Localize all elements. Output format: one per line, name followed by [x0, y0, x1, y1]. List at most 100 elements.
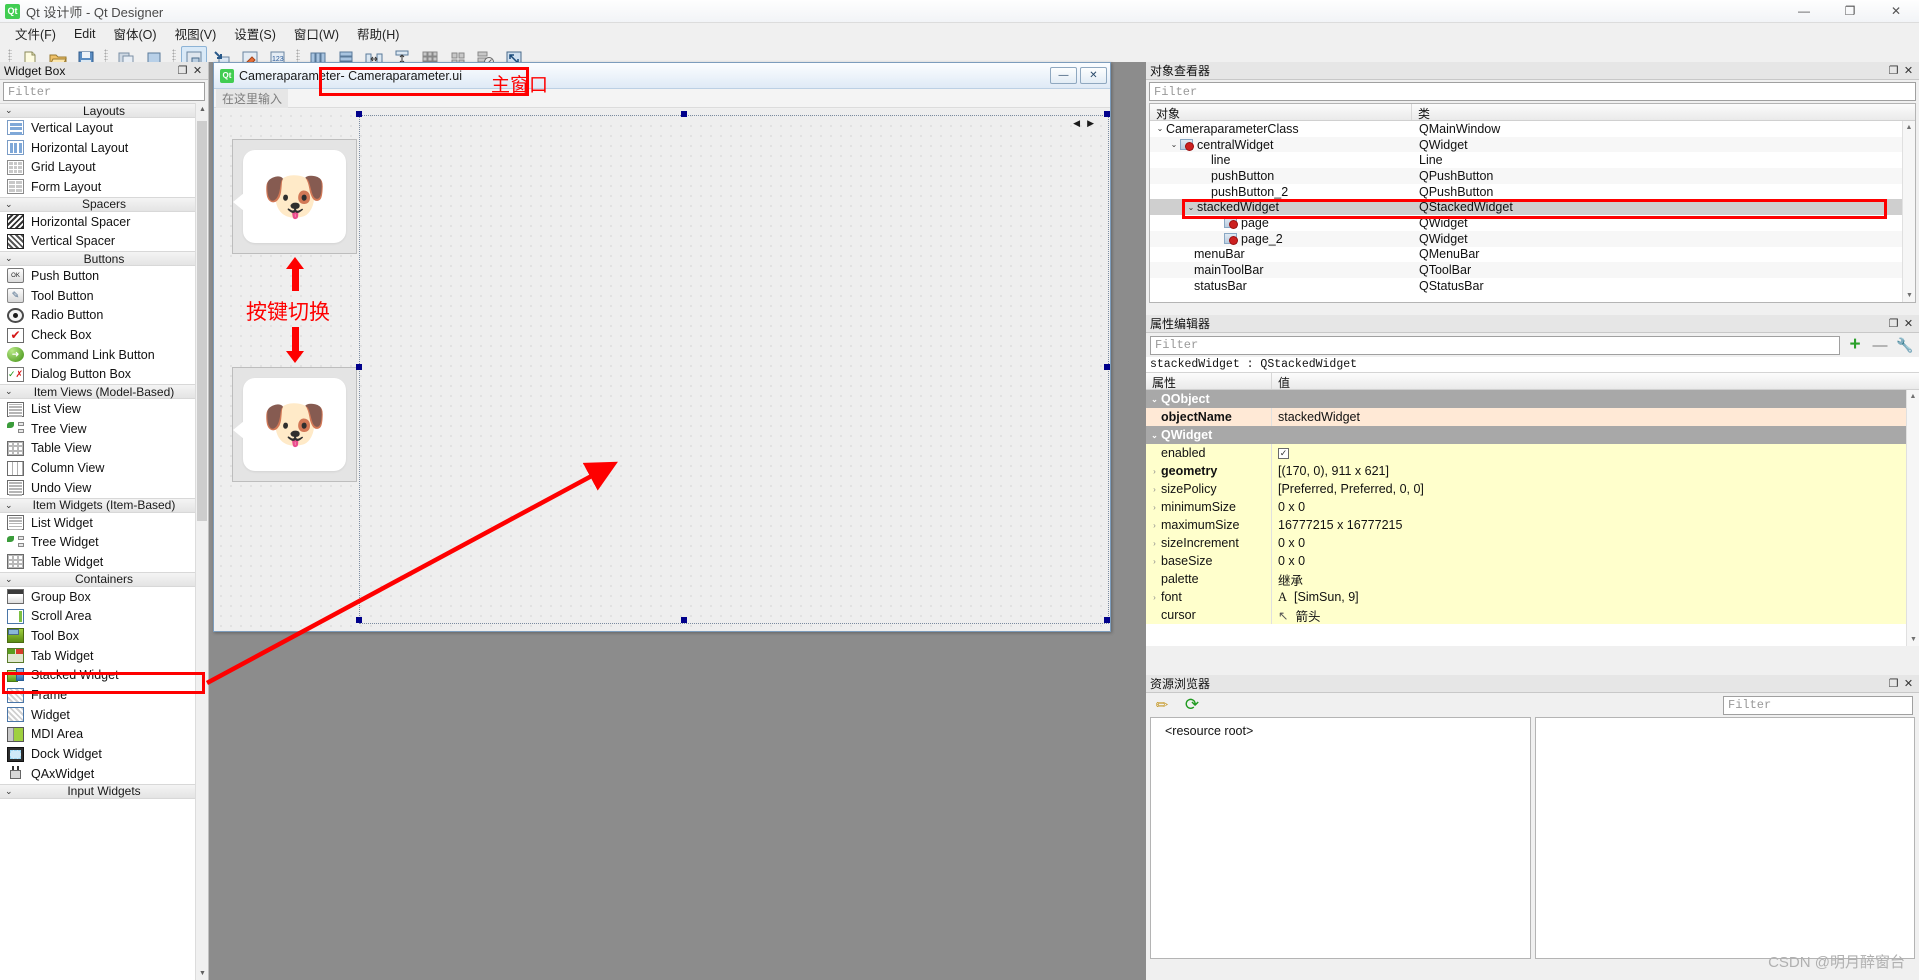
chevron-right-icon[interactable]: › [1148, 593, 1161, 602]
property-value[interactable]: 继承 [1272, 570, 1919, 588]
chevron-down-icon[interactable]: ⌄ [1148, 395, 1161, 404]
menu-file[interactable]: 文件(F) [6, 21, 65, 46]
chevron-right-icon[interactable]: › [1148, 467, 1161, 476]
minimize-button[interactable]: — [1781, 0, 1827, 23]
stacked-widget-page-nav[interactable]: ◀ ▶ [1073, 118, 1094, 129]
widget-item-table-view[interactable]: Table View [0, 438, 208, 459]
property-value[interactable]: [Preferred, Preferred, 0, 0] [1272, 480, 1919, 498]
selection-handle-tl[interactable] [356, 111, 362, 117]
widget-item-group-box[interactable]: Group Box [0, 586, 208, 607]
widget-item-vertical-layout[interactable]: Vertical Layout [0, 118, 208, 138]
resource-filter-input[interactable]: Filter [1723, 695, 1913, 715]
property-row-maximumsize[interactable]: › maximumSize 16777215 x 16777215 [1146, 516, 1919, 534]
selection-handle-tc[interactable] [681, 111, 687, 117]
object-inspector-scrollbar[interactable]: ▲ ▼ [1902, 121, 1915, 302]
widget-item-list-widget[interactable]: List Widget [0, 512, 208, 533]
widget-item-widget[interactable]: Widget [0, 704, 208, 725]
widget-item-qaxwidget[interactable]: QAxWidget [0, 763, 208, 784]
widget-box-float-button[interactable]: ❐ [176, 64, 189, 77]
widget-item-horizontal-layout[interactable]: Horizontal Layout [0, 137, 208, 158]
table-row[interactable]: ⌄ CameraparameterClass QMainWindow [1150, 121, 1915, 137]
enabled-checkbox[interactable]: ✓ [1278, 447, 1289, 459]
chevron-down-icon[interactable]: ⌄ [1154, 124, 1166, 133]
widget-item-form-layout[interactable]: Form Layout [0, 177, 208, 197]
table-row[interactable]: pushButton QPushButton [1150, 168, 1915, 184]
scroll-down-icon[interactable]: ▼ [1903, 289, 1915, 302]
page-prev-icon[interactable]: ◀ [1073, 118, 1080, 129]
menu-settings[interactable]: 设置(S) [225, 21, 285, 46]
menu-window[interactable]: 窗口(W) [285, 21, 348, 46]
property-editor-close-button[interactable]: ✕ [1902, 317, 1915, 330]
scroll-up-icon[interactable]: ▲ [1903, 121, 1915, 134]
object-inspector-float-button[interactable]: ❐ [1887, 64, 1900, 77]
table-row[interactable]: ⌄ centralWidget QWidget [1150, 136, 1915, 153]
property-row-cursor[interactable]: cursor ↖ 箭头 [1146, 606, 1919, 624]
property-value[interactable]: 箭头 [1295, 606, 1320, 625]
widget-group-item-widgets[interactable]: ⌄ Item Widgets (Item-Based) [0, 497, 208, 513]
configure-property-icon[interactable]: 🔧 [1895, 335, 1915, 355]
widget-item-tree-widget[interactable]: Tree Widget [0, 532, 208, 553]
column-object[interactable]: 对象 [1150, 104, 1412, 121]
menu-edit[interactable]: Edit [65, 24, 105, 44]
widget-box-scrollbar[interactable]: ▲ ▼ [195, 103, 208, 980]
selection-handle-tr[interactable] [1104, 111, 1110, 117]
property-row-sizeincrement[interactable]: › sizeIncrement 0 x 0 [1146, 534, 1919, 552]
table-row[interactable]: pushButton_2 QPushButton [1150, 184, 1915, 200]
object-inspector-filter-input[interactable]: Filter [1149, 82, 1916, 101]
object-inspector-tree[interactable]: ⌄ CameraparameterClass QMainWindow ⌄ cen… [1150, 121, 1915, 302]
widget-item-table-widget[interactable]: Table Widget [0, 552, 208, 572]
form-minimize-button[interactable]: — [1050, 67, 1077, 84]
widget-box-close-button[interactable]: ✕ [191, 64, 204, 77]
table-row[interactable]: menuBar QMenuBar [1150, 247, 1915, 263]
selection-handle-bc[interactable] [681, 617, 687, 623]
chevron-down-icon[interactable]: ⌄ [1168, 140, 1180, 149]
form-canvas[interactable]: 🐶 按键切换 🐶 ◀ ▶ [214, 109, 1110, 631]
property-group-qobject[interactable]: ⌄ QObject [1146, 390, 1919, 408]
chevron-right-icon[interactable]: › [1148, 503, 1161, 512]
widget-item-dialog-button-box[interactable]: ✓ ✗ Dialog Button Box [0, 364, 208, 385]
scroll-up-icon[interactable]: ▲ [1907, 390, 1919, 403]
widget-item-mdi-area[interactable]: MDI Area [0, 724, 208, 745]
property-editor-table[interactable]: ⌄ QObject objectName stackedWidget ⌄ QWi… [1146, 390, 1919, 646]
column-value[interactable]: 值 [1272, 373, 1919, 390]
resource-preview-pane[interactable] [1534, 717, 1915, 959]
property-group-qwidget[interactable]: ⌄ QWidget [1146, 426, 1919, 444]
property-row-basesize[interactable]: › baseSize 0 x 0 [1146, 552, 1919, 570]
widget-item-stacked-widget[interactable]: Stacked Widget [0, 665, 208, 686]
property-value[interactable]: [(170, 0), 911 x 621] [1272, 462, 1919, 480]
close-button[interactable]: ✕ [1873, 0, 1919, 23]
property-editor-float-button[interactable]: ❐ [1887, 317, 1900, 330]
table-row[interactable]: statusBar QStatusBar [1150, 278, 1915, 294]
form-menubar-placeholder[interactable]: 在这里输入 [216, 88, 289, 108]
widget-item-undo-view[interactable]: Undo View [0, 478, 208, 498]
property-row-font[interactable]: › font A [SimSun, 9] [1146, 588, 1919, 606]
widget-item-radio-button[interactable]: Radio Button [0, 305, 208, 326]
chevron-right-icon[interactable]: › [1148, 539, 1161, 548]
widget-item-column-view[interactable]: Column View [0, 458, 208, 478]
property-value[interactable]: 0 x 0 [1272, 552, 1919, 570]
resource-root-label[interactable]: <resource root> [1165, 724, 1253, 738]
property-value[interactable]: 0 x 0 [1272, 498, 1919, 516]
property-row-geometry[interactable]: › geometry [(170, 0), 911 x 621] [1146, 462, 1919, 480]
widget-item-tool-button[interactable]: ✎ Tool Button [0, 285, 208, 306]
page-one-preview[interactable]: 🐶 [232, 139, 357, 254]
selection-handle-ml[interactable] [356, 364, 362, 370]
menu-help[interactable]: 帮助(H) [348, 21, 408, 46]
page-next-icon[interactable]: ▶ [1087, 118, 1094, 129]
widget-group-spacers[interactable]: ⌄ Spacers [0, 196, 208, 212]
resource-browser-float-button[interactable]: ❐ [1887, 677, 1900, 690]
widget-item-dock-widget[interactable]: Dock Widget [0, 744, 208, 764]
remove-property-icon[interactable]: — [1870, 335, 1890, 355]
chevron-down-icon[interactable]: ⌄ [1148, 431, 1161, 440]
chevron-down-icon[interactable]: ⌄ [1185, 203, 1197, 212]
widget-group-containers[interactable]: ⌄ Containers [0, 571, 208, 587]
widget-group-layouts[interactable]: ⌄ Layouts [0, 103, 208, 118]
column-class[interactable]: 类 [1412, 104, 1915, 121]
property-row-sizepolicy[interactable]: › sizePolicy [Preferred, Preferred, 0, 0] [1146, 480, 1919, 498]
widget-item-horizontal-spacer[interactable]: Horizontal Spacer [0, 211, 208, 232]
table-row-selected[interactable]: ⌄ stackedWidget QStackedWidget [1150, 199, 1915, 216]
table-row[interactable]: mainToolBar QToolBar [1150, 262, 1915, 278]
property-row-palette[interactable]: palette 继承 [1146, 570, 1919, 588]
widget-item-frame[interactable]: Frame [0, 685, 208, 705]
property-value[interactable]: [SimSun, 9] [1294, 590, 1359, 604]
